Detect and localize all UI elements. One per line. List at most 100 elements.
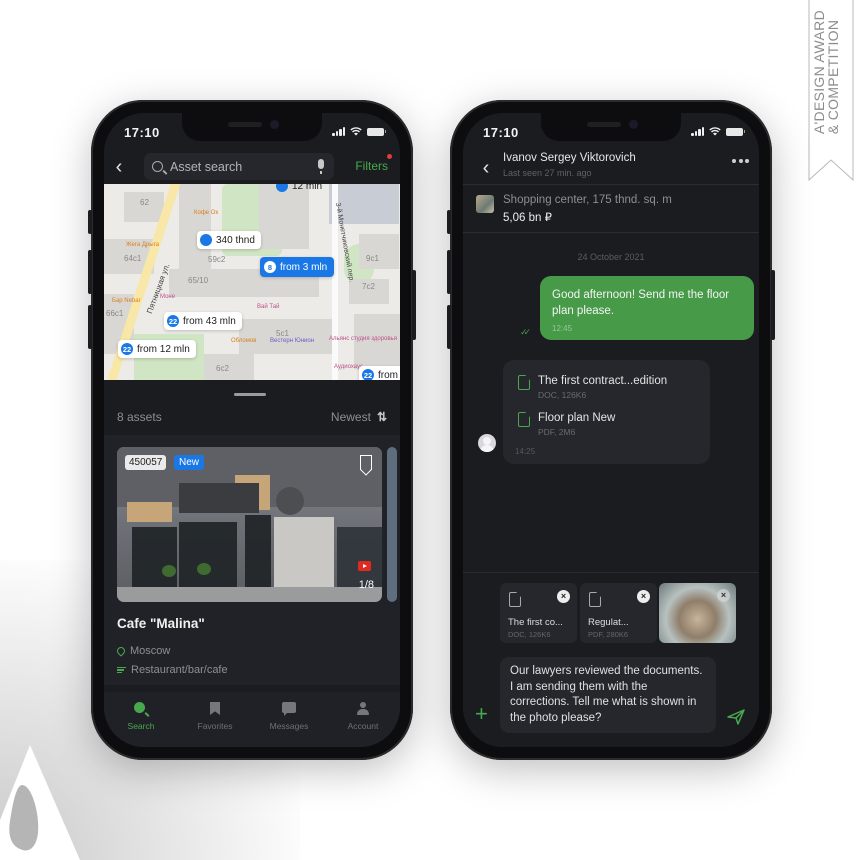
remove-attachment-icon[interactable]: × bbox=[717, 589, 730, 602]
photo-interior bbox=[274, 517, 334, 587]
photo-building bbox=[127, 502, 172, 522]
phone-mute-button bbox=[88, 210, 92, 234]
map-building bbox=[179, 184, 211, 274]
map-pin-price: from 3 mln bbox=[280, 261, 328, 273]
map-building bbox=[124, 192, 164, 222]
pending-attachment[interactable]: × The first co... DOC, 126K6 bbox=[500, 583, 577, 643]
deal-summary[interactable]: Shopping center, 175 thnd. sq. m 5,06 bn… bbox=[463, 185, 759, 233]
youtube-icon[interactable] bbox=[358, 561, 371, 571]
search-screen: 17:10 ‹ Asset search Filters Пятницкая у… bbox=[104, 113, 400, 747]
map-pin-price: from bbox=[378, 369, 398, 381]
contact-name[interactable]: Ivanov Sergey Viktorovich bbox=[503, 152, 636, 164]
pending-photo-attachment[interactable]: × bbox=[659, 583, 736, 643]
poi-label: Вай Тай bbox=[257, 304, 280, 310]
search-bar: ‹ Asset search Filters bbox=[104, 153, 400, 181]
building-number: 66с1 bbox=[106, 309, 124, 318]
map-pin[interactable]: 22 from bbox=[359, 366, 400, 380]
asset-title[interactable]: Cafe "Malina" bbox=[117, 616, 205, 631]
deal-price: 5,06 bn ₽ bbox=[503, 212, 552, 224]
signal-icon bbox=[691, 127, 704, 136]
asset-photo[interactable]: 450057 New 1/8 bbox=[117, 447, 382, 602]
map-pin[interactable]: 12 mln bbox=[276, 184, 322, 192]
assets-count: 8 assets bbox=[117, 410, 162, 424]
tab-messages[interactable]: Messages bbox=[259, 702, 319, 747]
plus-icon[interactable]: + bbox=[475, 703, 488, 725]
photo-window bbox=[337, 527, 382, 587]
wifi-icon bbox=[709, 127, 721, 136]
remove-attachment-icon[interactable]: × bbox=[637, 590, 650, 603]
tab-account[interactable]: Account bbox=[333, 702, 393, 747]
tab-favorites[interactable]: Favorites bbox=[185, 702, 245, 747]
phone-chat: 17:10 ‹ Ivanov Sergey Viktorovich Last s… bbox=[447, 100, 775, 760]
status-time: 17:10 bbox=[483, 125, 519, 140]
filters-button[interactable]: Filters bbox=[355, 159, 388, 173]
phone-power-button bbox=[412, 270, 416, 340]
back-button[interactable]: ‹ bbox=[471, 154, 501, 182]
bookmark-icon[interactable] bbox=[360, 455, 372, 470]
phone-volume-up bbox=[88, 250, 92, 294]
more-horizontal-icon[interactable] bbox=[732, 159, 749, 163]
asset-card[interactable]: 450057 New 1/8 Cafe "Malina" Moscow Rest… bbox=[104, 435, 400, 685]
map-pin[interactable]: 22 from 12 mln bbox=[118, 340, 196, 358]
avatar[interactable] bbox=[478, 434, 496, 452]
phone-volume-up bbox=[447, 250, 451, 294]
document-icon bbox=[518, 412, 530, 427]
map-pin-count: 22 bbox=[167, 315, 179, 327]
phone-volume-down bbox=[447, 305, 451, 349]
microphone-icon[interactable] bbox=[318, 159, 324, 174]
search-placeholder: Asset search bbox=[170, 159, 243, 174]
map-pin[interactable]: 22 from 43 mln bbox=[164, 312, 242, 330]
incoming-message: The first contract...edition DOC, 126K6 … bbox=[503, 360, 710, 464]
file-meta: DOC, 126K6 bbox=[538, 390, 587, 400]
sort-button[interactable]: Newest ⇅ bbox=[331, 410, 387, 424]
date-separator: 24 October 2021 bbox=[577, 252, 645, 262]
photo-plant bbox=[197, 563, 211, 575]
poi-label: Вестерн Юнион bbox=[270, 338, 315, 344]
attachment-name: The first co... bbox=[508, 617, 563, 628]
poi-label: Альянс студия здоровья bbox=[329, 336, 397, 342]
double-check-icon: ✓✓ bbox=[520, 327, 531, 337]
poi-label: Кофе Ок bbox=[194, 210, 219, 216]
message-input[interactable]: Our lawyers reviewed the documents. I am… bbox=[500, 657, 716, 733]
notch bbox=[182, 113, 322, 141]
building-number: 7с2 bbox=[362, 282, 375, 291]
document-icon bbox=[589, 592, 601, 607]
sort-arrows-icon: ⇅ bbox=[376, 410, 387, 424]
sheet-drag-handle[interactable] bbox=[234, 393, 266, 396]
photo-plant bbox=[162, 565, 176, 577]
map-pin-price: 12 mln bbox=[292, 184, 323, 192]
file-attachment[interactable]: Floor plan New PDF, 2M6 bbox=[518, 412, 615, 437]
photo-sign bbox=[179, 483, 259, 513]
message-time: 14:25 bbox=[515, 447, 536, 456]
map-building bbox=[359, 234, 399, 269]
outgoing-message[interactable]: Good afternoon! Send me the floor plan p… bbox=[540, 276, 754, 340]
asset-location-text: Moscow bbox=[130, 645, 171, 657]
document-icon bbox=[518, 375, 530, 390]
building-number: 62 bbox=[140, 198, 149, 207]
location-pin-icon bbox=[115, 645, 127, 657]
next-photo-peek[interactable] bbox=[387, 447, 397, 602]
phone-search: 17:10 ‹ Asset search Filters Пятницкая у… bbox=[88, 100, 416, 760]
asset-id-badge: 450057 bbox=[125, 455, 167, 470]
send-icon[interactable] bbox=[727, 709, 745, 725]
file-meta: PDF, 2M6 bbox=[538, 427, 576, 437]
tab-bar: Search Favorites Messages Account bbox=[104, 692, 400, 747]
asset-search-input[interactable]: Asset search bbox=[144, 153, 334, 180]
photo-round-sign bbox=[276, 487, 304, 515]
document-icon bbox=[509, 592, 521, 607]
chat-bubble-icon bbox=[282, 702, 296, 716]
file-attachment[interactable]: The first contract...edition DOC, 126K6 bbox=[518, 375, 667, 400]
map-pin-selected[interactable]: 8 from 3 mln bbox=[260, 257, 335, 277]
poi-label: Обломов bbox=[231, 338, 257, 344]
tab-search[interactable]: Search bbox=[111, 702, 171, 747]
tab-label: Favorites bbox=[197, 721, 233, 731]
map-view[interactable]: Пятницкая ул. 3-й Монетчиковский пер. 62… bbox=[104, 184, 400, 380]
map-pin-dot bbox=[200, 234, 212, 246]
back-button[interactable]: ‹ bbox=[104, 153, 134, 181]
remove-attachment-icon[interactable]: × bbox=[557, 590, 570, 603]
map-pin[interactable]: 340 thnd bbox=[197, 231, 261, 249]
asset-location: Moscow bbox=[115, 645, 171, 657]
attachment-meta: PDF, 280K6 bbox=[588, 630, 629, 639]
pending-attachment[interactable]: × Regulat... PDF, 280K6 bbox=[580, 583, 657, 643]
filters-indicator-dot bbox=[387, 154, 392, 159]
